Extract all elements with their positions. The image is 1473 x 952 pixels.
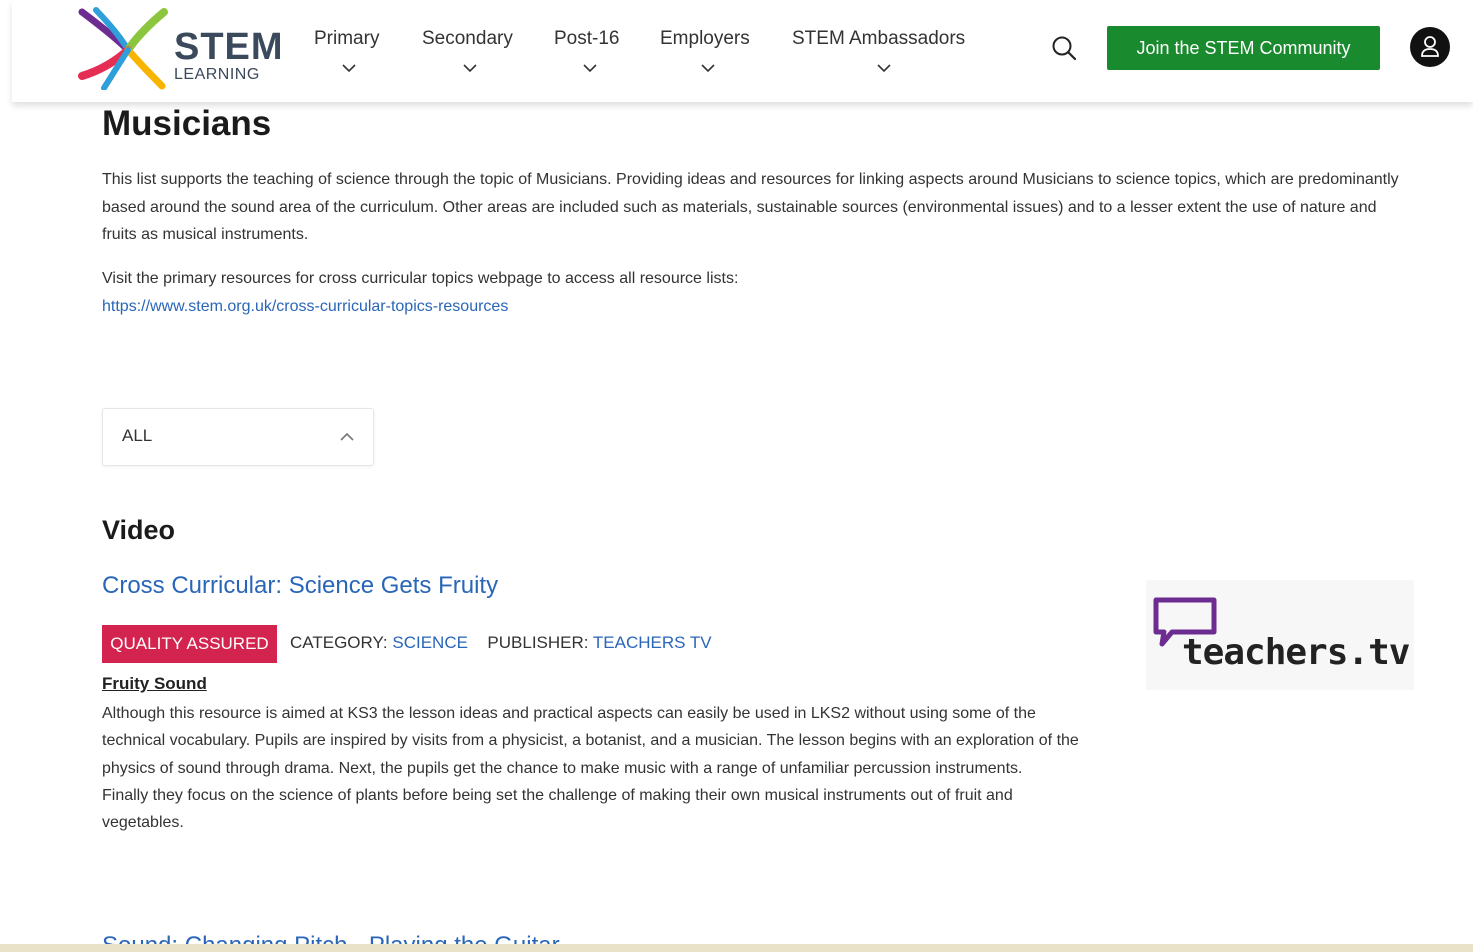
nav-item-employers[interactable]: Employers bbox=[660, 28, 750, 76]
nav-item-stem-ambassadors[interactable]: STEM Ambassadors bbox=[792, 28, 965, 76]
nav-item-primary[interactable]: Primary bbox=[314, 28, 379, 76]
bottom-bar bbox=[0, 944, 1473, 952]
category-label: CATEGORY: bbox=[290, 633, 388, 652]
category-link[interactable]: SCIENCE bbox=[392, 633, 468, 652]
resource-title-link[interactable]: Cross Curricular: Science Gets Fruity bbox=[102, 572, 498, 600]
user-icon bbox=[1421, 36, 1439, 57]
nav-label: Primary bbox=[314, 28, 380, 49]
join-community-button[interactable]: Join the STEM Community bbox=[1107, 26, 1380, 70]
nav-label: Employers bbox=[660, 28, 750, 49]
resource-subheading: Fruity Sound bbox=[102, 674, 207, 693]
nav-label: Secondary bbox=[422, 28, 513, 49]
filter-value: ALL bbox=[122, 426, 153, 445]
stem-x-logo-icon bbox=[78, 7, 168, 91]
nav-label: STEM Ambassadors bbox=[792, 28, 966, 49]
resource-meta: CATEGORY: SCIENCE PUBLISHER: TEACHERS TV bbox=[290, 633, 712, 653]
chevron-down-icon bbox=[877, 64, 891, 73]
cross-curricular-link[interactable]: https://www.stem.org.uk/cross-curricular… bbox=[102, 298, 508, 315]
resource-type-filter[interactable]: ALL bbox=[102, 408, 374, 466]
site-header: STEM LEARNING Primary Secondary Post-16 … bbox=[12, 0, 1473, 102]
nav-item-secondary[interactable]: Secondary bbox=[422, 28, 513, 76]
page: STEM LEARNING Primary Secondary Post-16 … bbox=[0, 0, 1473, 952]
publisher-link[interactable]: TEACHERS TV bbox=[593, 633, 712, 652]
resource-thumbnail[interactable]: teachers.tv bbox=[1146, 580, 1414, 690]
intro-paragraph: This list supports the teaching of scien… bbox=[102, 171, 1399, 243]
chevron-down-icon bbox=[701, 64, 715, 73]
chevron-down-icon bbox=[342, 64, 356, 73]
nav-label: Post-16 bbox=[554, 28, 620, 49]
publisher-label: PUBLISHER: bbox=[487, 633, 589, 652]
visit-paragraph: Visit the primary resources for cross cu… bbox=[102, 265, 1102, 320]
resource-description: Although this resource is aimed at KS3 t… bbox=[102, 700, 1082, 836]
nav-item-post-16[interactable]: Post-16 bbox=[554, 28, 619, 76]
user-account-button[interactable] bbox=[1410, 27, 1450, 67]
page-title: Musicians bbox=[102, 104, 272, 143]
description-paragraph-1: Although this resource is aimed at KS3 t… bbox=[102, 705, 1079, 777]
logo-wordmark: STEM bbox=[174, 26, 284, 68]
section-heading-video: Video bbox=[102, 515, 176, 545]
logo-subtitle: LEARNING bbox=[174, 66, 260, 83]
teachers-tv-logo-text: teachers.tv bbox=[1182, 632, 1410, 673]
chevron-down-icon bbox=[463, 64, 477, 73]
search-icon[interactable] bbox=[1050, 34, 1078, 62]
visit-text: Visit the primary resources for cross cu… bbox=[102, 270, 739, 287]
chevron-up-icon bbox=[340, 432, 354, 441]
description-paragraph-2: Finally they focus on the science of pla… bbox=[102, 786, 1013, 832]
chevron-down-icon bbox=[583, 64, 597, 73]
stem-learning-logo[interactable]: STEM LEARNING bbox=[74, 6, 283, 91]
quality-assured-badge: QUALITY ASSURED bbox=[102, 625, 277, 663]
